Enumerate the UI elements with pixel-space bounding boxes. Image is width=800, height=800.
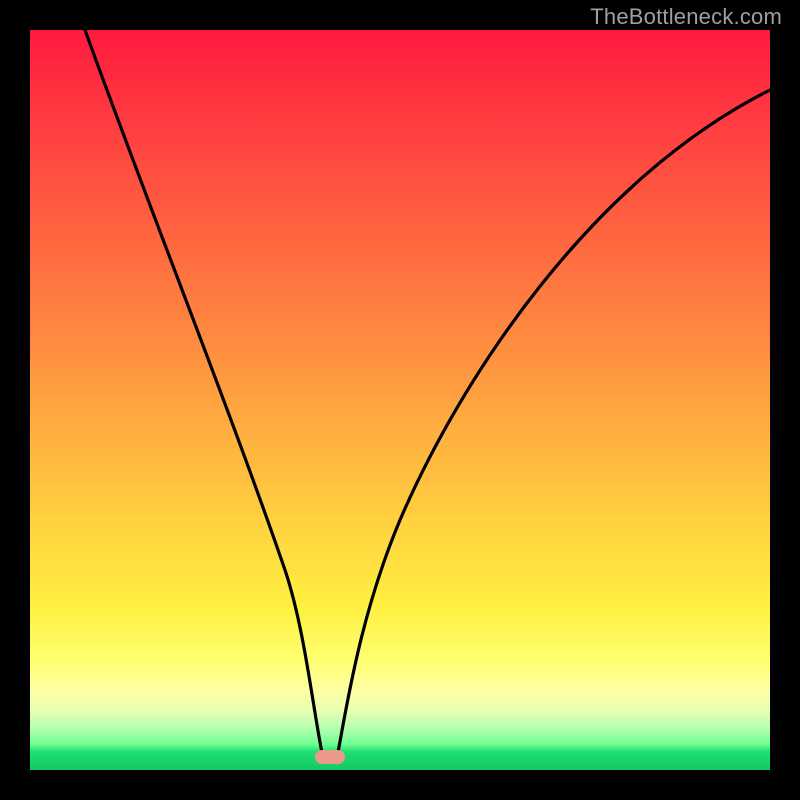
chart-frame xyxy=(30,30,770,770)
watermark-text: TheBottleneck.com xyxy=(590,4,782,30)
bottleneck-curve xyxy=(30,30,770,770)
curve-path xyxy=(85,30,770,762)
dip-marker xyxy=(315,750,345,764)
